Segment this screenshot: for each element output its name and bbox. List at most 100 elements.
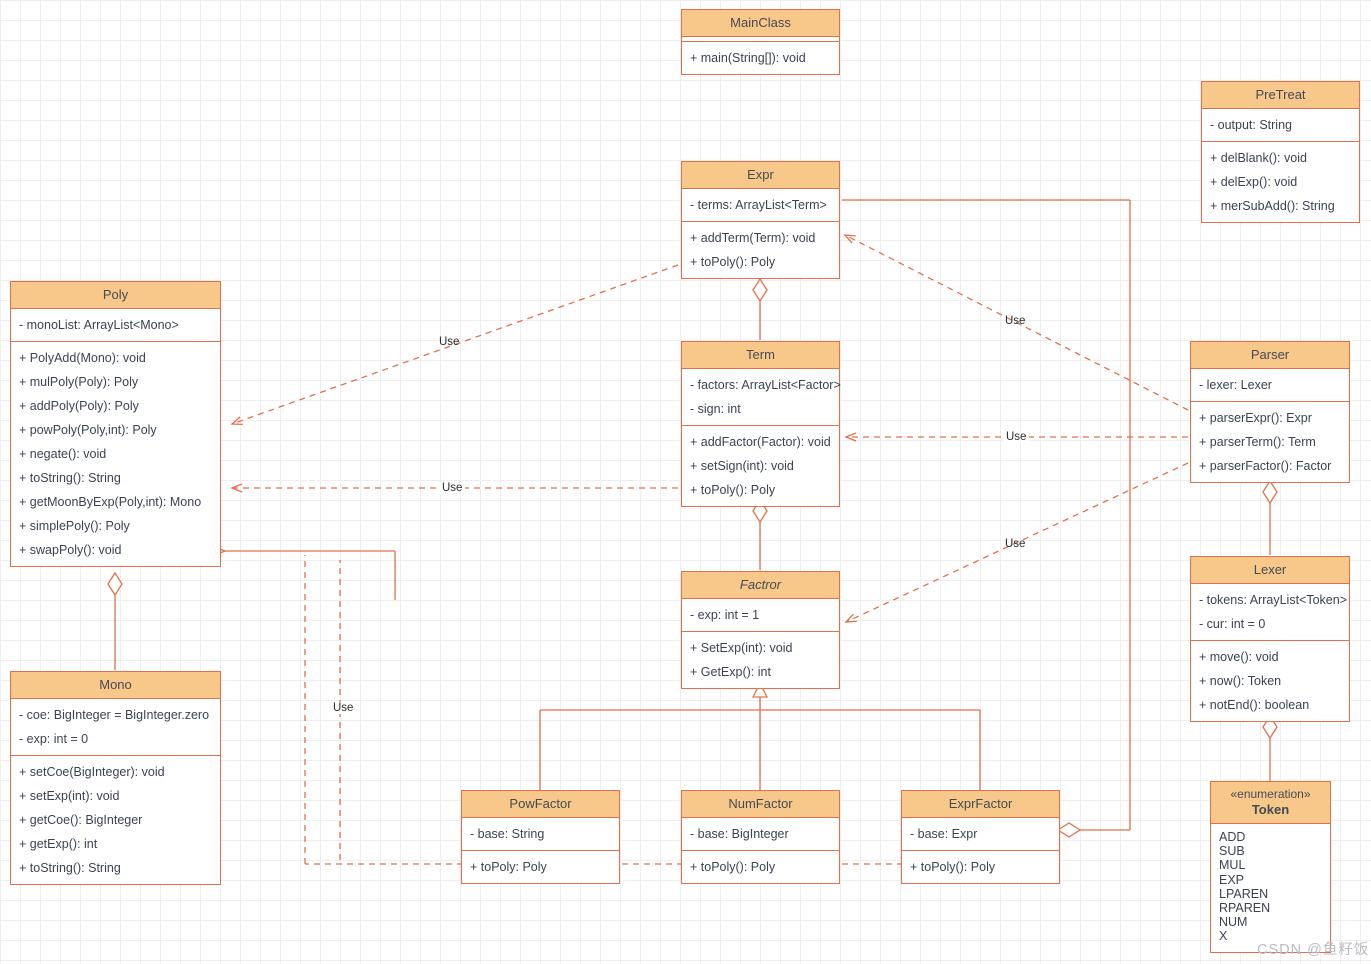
enum-literal-row: ADD (1219, 830, 1246, 844)
attribute-row: - sign: int (690, 402, 741, 416)
method-row: + main(String[]): void (690, 51, 806, 65)
attribute-row: - lexer: Lexer (1199, 378, 1272, 392)
attributes-numfactor: - base: BigInteger (682, 818, 839, 851)
class-title-powfactor: PowFactor (462, 791, 619, 818)
class-powfactor[interactable]: PowFactor - base: String + toPoly: Poly (461, 790, 620, 884)
class-title-mainclass: MainClass (682, 10, 839, 37)
enum-literal-row: RPAREN (1219, 901, 1271, 916)
attribute-row: - base: String (470, 827, 545, 841)
class-title-token: «enumeration» Token (1211, 782, 1330, 824)
attribute-row: - base: Expr (910, 827, 978, 841)
method-row: + PolyAdd(Mono): void (19, 351, 146, 365)
attributes-powfactor: - base: String (462, 818, 619, 851)
attribute-row: - coe: BigInteger = BigInteger.zero (19, 708, 210, 722)
method-row: + toPoly(): Poly (910, 860, 996, 874)
class-mainclass[interactable]: MainClass + main(String[]): void (681, 9, 840, 75)
class-pretreat[interactable]: PreTreat - output: String + delBlank(): … (1201, 81, 1360, 223)
methods-mono: + setCoe(BigInteger): void + setExp(int)… (11, 756, 220, 884)
attribute-row: - terms: ArrayList<Term> (690, 198, 827, 212)
methods-parser: + parserExpr(): Expr + parserTerm(): Ter… (1191, 402, 1349, 482)
class-title-expr: Expr (682, 162, 839, 189)
method-row: + toString(): String (19, 861, 121, 875)
class-title-mono: Mono (11, 672, 220, 699)
enum-literal-row: SUB (1219, 844, 1245, 859)
enum-literal-row: EXP (1219, 872, 1245, 887)
attributes-term: - factors: ArrayList<Factor> - sign: int (682, 369, 841, 426)
class-title-parser: Parser (1191, 342, 1349, 369)
method-row: + setCoe(BigInteger): void (19, 765, 165, 779)
method-row: + powPoly(Poly,int): Poly (19, 423, 157, 437)
attribute-row: - base: BigInteger (690, 827, 789, 841)
attributes-expr: - terms: ArrayList<Term> (682, 189, 839, 222)
class-numfactor[interactable]: NumFactor - base: BigInteger + toPoly():… (681, 790, 840, 884)
attribute-row: - monoList: ArrayList<Mono> (19, 318, 179, 332)
methods-term: + addFactor(Factor): void + setSign(int)… (682, 426, 839, 506)
enum-literal-row: MUL (1219, 858, 1246, 873)
attribute-row: - tokens: ArrayList<Token> (1199, 593, 1347, 607)
attributes-poly: - monoList: ArrayList<Mono> (11, 309, 220, 342)
class-title-pretreat: PreTreat (1202, 82, 1359, 109)
attributes-lexer: - tokens: ArrayList<Token> - cur: int = … (1191, 584, 1349, 641)
class-exprfactor[interactable]: ExprFactor - base: Expr + toPoly(): Poly (901, 790, 1060, 884)
method-row: + parserExpr(): Expr (1199, 411, 1312, 425)
method-row: + mulPoly(Poly): Poly (19, 375, 139, 389)
methods-numfactor: + toPoly(): Poly (682, 851, 839, 883)
method-row: + addPoly(Poly): Poly (19, 399, 139, 413)
method-row: + setSign(int): void (690, 459, 794, 473)
class-term[interactable]: Term - factors: ArrayList<Factor> - sign… (681, 341, 841, 507)
class-title-lexer: Lexer (1191, 557, 1349, 584)
class-parser[interactable]: Parser - lexer: Lexer + parserExpr(): Ex… (1190, 341, 1350, 483)
method-row: + now(): Token (1199, 674, 1282, 688)
literals-token: ADD SUB MUL EXP LPAREN RPAREN NUM X (1211, 824, 1330, 952)
method-row: + toPoly(): Poly (690, 255, 776, 269)
class-token-enumeration[interactable]: «enumeration» Token ADD SUB MUL EXP LPAR… (1210, 781, 1331, 953)
attribute-row: - exp: int = 1 (690, 608, 760, 622)
method-row: + addTerm(Term): void (690, 231, 816, 245)
edge-label-use-term-parser: Use (1003, 431, 1030, 443)
watermark-text: CSDN @鱼籽饭 (1257, 942, 1370, 958)
edge-label-use-factror-parser: Use (1005, 538, 1026, 550)
method-row: + toPoly(): Poly (690, 483, 776, 497)
method-row: + delBlank(): void (1210, 151, 1307, 165)
method-row: + move(): void (1199, 650, 1279, 664)
attributes-mono: - coe: BigInteger = BigInteger.zero - ex… (11, 699, 220, 756)
class-factror[interactable]: Factror - exp: int = 1 + SetExp(int): vo… (681, 571, 840, 689)
class-title-numfactor: NumFactor (682, 791, 839, 818)
attributes-parser: - lexer: Lexer (1191, 369, 1349, 402)
attribute-row: - exp: int = 0 (19, 732, 89, 746)
method-row: + toString(): String (19, 471, 121, 485)
edge-label-use-expr-parser: Use (1005, 315, 1026, 327)
attributes-factror: - exp: int = 1 (682, 599, 839, 632)
class-title-term: Term (682, 342, 839, 369)
enum-literal-row: LPAREN (1219, 886, 1269, 901)
method-row: + parserTerm(): Term (1199, 435, 1316, 449)
methods-powfactor: + toPoly: Poly (462, 851, 619, 883)
attribute-row: - cur: int = 0 (1199, 617, 1266, 631)
enum-literal-row: NUM (1219, 915, 1248, 930)
class-title-poly: Poly (11, 282, 220, 309)
attributes-pretreat: - output: String (1202, 109, 1359, 142)
method-row: + SetExp(int): void (690, 641, 793, 655)
method-row: + swapPoly(): void (19, 543, 122, 557)
method-row: + getCoe(): BigInteger (19, 813, 143, 827)
methods-poly: + PolyAdd(Mono): void + mulPoly(Poly): P… (11, 342, 220, 566)
method-row: + simplePoly(): Poly (19, 519, 130, 533)
edge-label-use-poly-expr: Use (439, 336, 460, 348)
method-row: + addFactor(Factor): void (690, 435, 831, 449)
method-row: + parserFactor(): Factor (1199, 459, 1332, 473)
enum-name-label: Token (1251, 802, 1290, 817)
method-row: + toPoly: Poly (470, 860, 547, 874)
class-poly[interactable]: Poly - monoList: ArrayList<Mono> + PolyA… (10, 281, 221, 567)
method-row: + delExp(): void (1210, 175, 1298, 189)
stereotype-label: «enumeration» (1230, 787, 1311, 801)
class-title-factror: Factror (682, 572, 839, 599)
methods-lexer: + move(): void + now(): Token + notEnd()… (1191, 641, 1349, 721)
method-row: + getExp(): int (19, 837, 98, 851)
edge-label-use-mono-factors: Use (330, 702, 357, 714)
class-lexer[interactable]: Lexer - tokens: ArrayList<Token> - cur: … (1190, 556, 1350, 722)
methods-mainclass: + main(String[]): void (682, 42, 839, 74)
class-expr[interactable]: Expr - terms: ArrayList<Term> + addTerm(… (681, 161, 840, 279)
class-mono[interactable]: Mono - coe: BigInteger = BigInteger.zero… (10, 671, 221, 885)
methods-exprfactor: + toPoly(): Poly (902, 851, 1059, 883)
method-row: + toPoly(): Poly (690, 860, 776, 874)
